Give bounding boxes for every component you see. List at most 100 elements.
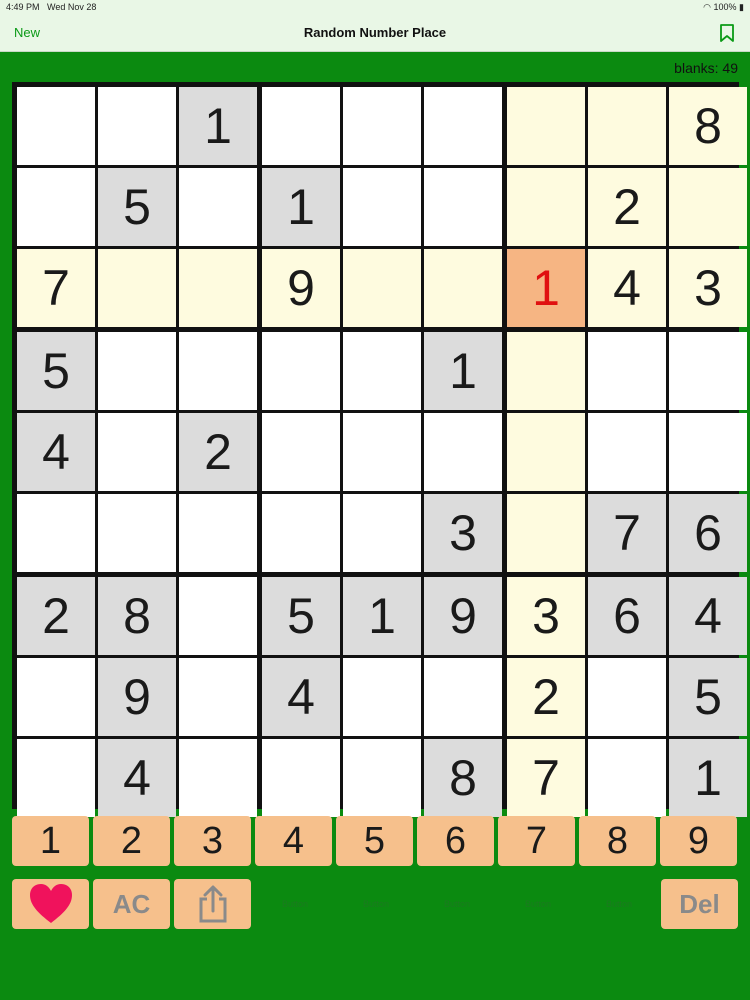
sudoku-cell[interactable] — [17, 168, 95, 246]
sudoku-cell[interactable]: 1 — [424, 332, 502, 410]
sudoku-cell[interactable] — [669, 413, 747, 491]
sudoku-cell[interactable] — [17, 739, 95, 817]
sudoku-cell[interactable] — [98, 87, 176, 165]
sudoku-cell[interactable]: 2 — [588, 168, 666, 246]
placeholder-button[interactable]: Button — [508, 899, 568, 909]
sudoku-cell[interactable] — [424, 658, 502, 736]
sudoku-cell[interactable]: 3 — [669, 249, 747, 327]
sudoku-cell[interactable]: 6 — [669, 494, 747, 572]
sudoku-cell[interactable] — [669, 168, 747, 246]
sudoku-cell[interactable]: 1 — [343, 577, 421, 655]
placeholder-button[interactable]: Button — [589, 899, 649, 909]
sudoku-cell[interactable]: 2 — [507, 658, 585, 736]
sudoku-cell[interactable]: 8 — [424, 739, 502, 817]
sudoku-cell[interactable] — [588, 332, 666, 410]
sudoku-cell[interactable] — [588, 658, 666, 736]
sudoku-cell[interactable]: 1 — [179, 87, 257, 165]
sudoku-cell[interactable] — [262, 494, 340, 572]
sudoku-cell[interactable]: 8 — [98, 577, 176, 655]
number-key-4[interactable]: 4 — [255, 816, 332, 866]
sudoku-cell[interactable]: 2 — [179, 413, 257, 491]
placeholder-button[interactable]: Button — [265, 899, 325, 909]
share-button[interactable] — [174, 879, 251, 929]
sudoku-cell[interactable] — [179, 249, 257, 327]
number-key-5[interactable]: 5 — [336, 816, 413, 866]
number-key-8[interactable]: 8 — [579, 816, 656, 866]
sudoku-cell[interactable] — [343, 249, 421, 327]
sudoku-cell[interactable] — [179, 332, 257, 410]
sudoku-cell[interactable] — [179, 168, 257, 246]
sudoku-cell[interactable] — [343, 413, 421, 491]
sudoku-cell[interactable] — [588, 413, 666, 491]
sudoku-cell[interactable] — [98, 249, 176, 327]
sudoku-cell[interactable]: 1 — [262, 168, 340, 246]
sudoku-cell[interactable] — [343, 87, 421, 165]
sudoku-cell[interactable] — [98, 332, 176, 410]
placeholder-button[interactable]: Button — [346, 899, 406, 909]
sudoku-cell[interactable]: 7 — [588, 494, 666, 572]
sudoku-cell[interactable]: 4 — [262, 658, 340, 736]
ac-button[interactable]: AC — [93, 879, 170, 929]
sudoku-cell[interactable] — [179, 739, 257, 817]
sudoku-cell[interactable]: 7 — [507, 739, 585, 817]
sudoku-cell[interactable] — [507, 87, 585, 165]
sudoku-cell[interactable] — [262, 332, 340, 410]
sudoku-cell[interactable] — [588, 87, 666, 165]
sudoku-cell[interactable] — [588, 739, 666, 817]
number-key-9[interactable]: 9 — [660, 816, 737, 866]
sudoku-cell[interactable] — [179, 658, 257, 736]
sudoku-cell[interactable] — [424, 413, 502, 491]
sudoku-cell[interactable] — [17, 87, 95, 165]
sudoku-cell[interactable] — [98, 413, 176, 491]
number-key-1[interactable]: 1 — [12, 816, 89, 866]
sudoku-cell[interactable] — [98, 494, 176, 572]
sudoku-cell[interactable] — [262, 87, 340, 165]
sudoku-cell[interactable]: 7 — [17, 249, 95, 327]
sudoku-cell[interactable] — [343, 658, 421, 736]
sudoku-cell[interactable] — [343, 168, 421, 246]
sudoku-cell[interactable] — [424, 168, 502, 246]
sudoku-cell[interactable] — [343, 332, 421, 410]
sudoku-cell[interactable] — [262, 413, 340, 491]
placeholder-button[interactable]: Button — [427, 899, 487, 909]
sudoku-cell[interactable]: 2 — [17, 577, 95, 655]
sudoku-cell[interactable] — [424, 249, 502, 327]
number-key-7[interactable]: 7 — [498, 816, 575, 866]
sudoku-cell[interactable]: 9 — [98, 658, 176, 736]
number-key-2[interactable]: 2 — [93, 816, 170, 866]
sudoku-cell[interactable]: 1 — [669, 739, 747, 817]
sudoku-cell[interactable]: 5 — [669, 658, 747, 736]
sudoku-cell[interactable]: 9 — [424, 577, 502, 655]
sudoku-cell[interactable] — [507, 413, 585, 491]
sudoku-cell[interactable] — [17, 658, 95, 736]
sudoku-cell[interactable]: 4 — [17, 413, 95, 491]
sudoku-cell[interactable] — [179, 577, 257, 655]
sudoku-cell[interactable]: 6 — [588, 577, 666, 655]
sudoku-cell[interactable]: 1 — [507, 249, 585, 327]
sudoku-cell[interactable] — [179, 494, 257, 572]
sudoku-cell[interactable]: 4 — [588, 249, 666, 327]
heart-button[interactable] — [12, 879, 89, 929]
sudoku-cell[interactable] — [262, 739, 340, 817]
sudoku-cell[interactable] — [343, 494, 421, 572]
sudoku-cell[interactable]: 4 — [669, 577, 747, 655]
number-key-3[interactable]: 3 — [174, 816, 251, 866]
sudoku-cell[interactable]: 5 — [17, 332, 95, 410]
sudoku-cell[interactable] — [343, 739, 421, 817]
sudoku-cell[interactable]: 5 — [98, 168, 176, 246]
sudoku-cell[interactable]: 4 — [98, 739, 176, 817]
sudoku-cell[interactable]: 3 — [507, 577, 585, 655]
sudoku-cell[interactable]: 9 — [262, 249, 340, 327]
sudoku-cell[interactable]: 5 — [262, 577, 340, 655]
sudoku-cell[interactable] — [424, 87, 502, 165]
sudoku-cell[interactable] — [507, 494, 585, 572]
del-button[interactable]: Del — [661, 879, 738, 929]
sudoku-cell[interactable] — [669, 332, 747, 410]
sudoku-cell[interactable] — [17, 494, 95, 572]
sudoku-cell[interactable]: 8 — [669, 87, 747, 165]
sudoku-cell[interactable]: 3 — [424, 494, 502, 572]
sudoku-cell[interactable] — [507, 332, 585, 410]
number-key-6[interactable]: 6 — [417, 816, 494, 866]
sudoku-cell[interactable] — [507, 168, 585, 246]
bookmark-icon[interactable] — [719, 24, 735, 42]
